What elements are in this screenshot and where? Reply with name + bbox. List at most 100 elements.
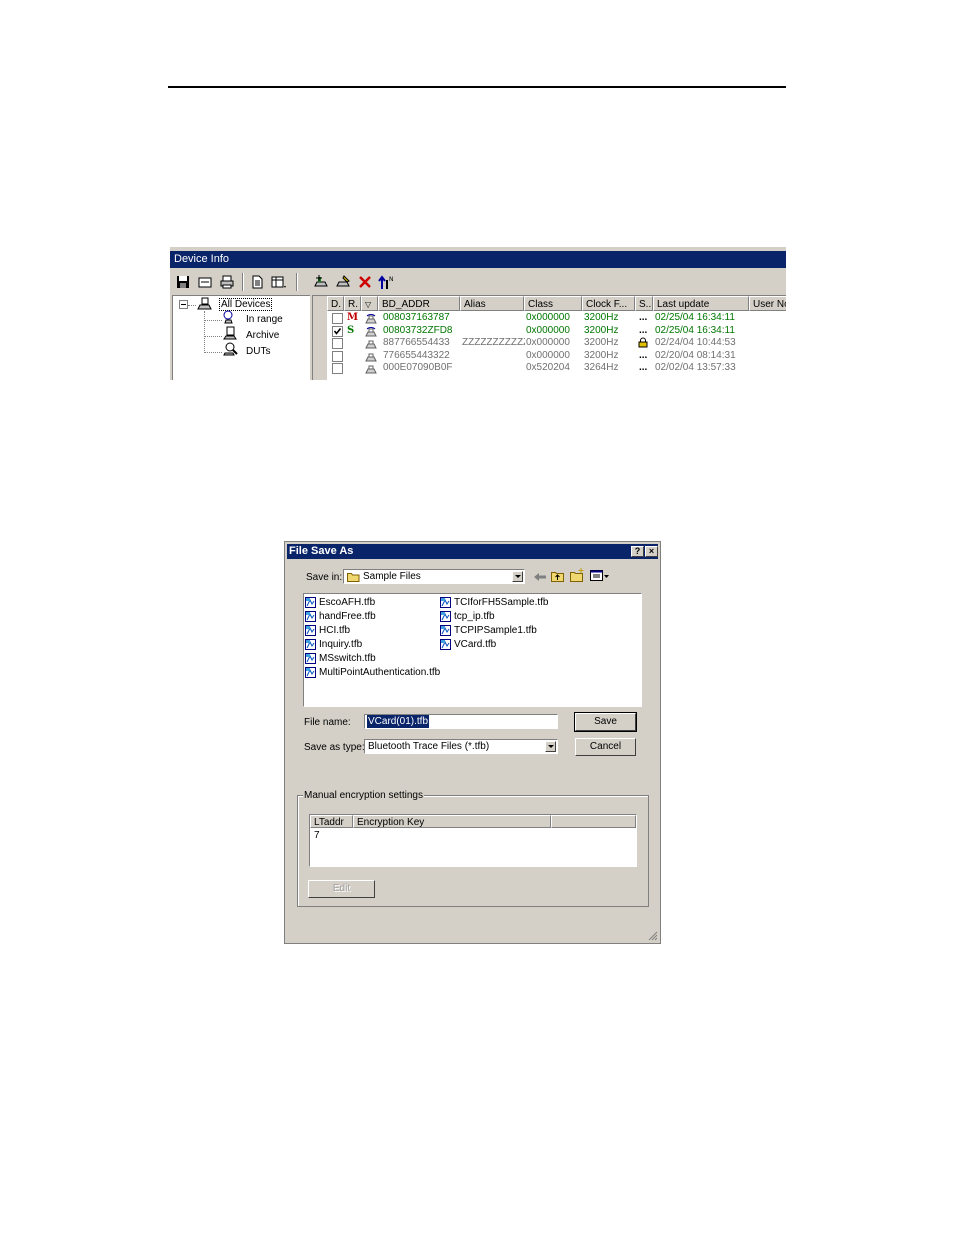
device-tree: All Devices In range Archive DUTs — [172, 295, 310, 380]
trace-file-icon — [440, 639, 451, 650]
file-name-input[interactable]: VCard(01).tfb — [364, 714, 558, 729]
row-class: 0x000000 — [526, 324, 570, 336]
table-row[interactable]: S 00803732ZFD8 0x000000 3200Hz 02/25/04 16:3… — [327, 325, 786, 337]
filter-icon: ▽ — [365, 300, 372, 309]
column-header-d[interactable]: D. — [327, 296, 344, 311]
page-rule — [168, 86, 786, 88]
delete-icon[interactable] — [356, 273, 374, 291]
row-checkbox[interactable] — [332, 350, 343, 362]
file-name: VCard.tfb — [454, 639, 497, 650]
device-in-range-icon — [365, 326, 377, 336]
save-button[interactable]: Save — [574, 712, 637, 732]
file-name: HCI.tfb — [319, 625, 351, 636]
open-drive-icon[interactable] — [196, 273, 214, 291]
close-button[interactable]: × — [645, 546, 658, 557]
toolbar-separator — [242, 273, 244, 291]
table-cell-ltaddr[interactable]: 7 — [314, 830, 320, 841]
file-item[interactable]: TCPIPSample1.tfb — [440, 624, 537, 637]
view-menu-icon[interactable] — [590, 570, 610, 582]
file-item[interactable]: tcp_ip.tfb — [440, 610, 495, 623]
row-last-update: 02/25/04 16:34:11 — [655, 312, 735, 323]
table-row[interactable]: 000E07090B0F 0x520204 3264Hz 02/02/04 13:57… — [327, 362, 786, 374]
back-arrow-icon[interactable] — [533, 571, 547, 583]
table-row[interactable]: M 008037163787 0x000000 3200Hz 02/25/04 16:3… — [327, 312, 786, 324]
column-header-last-update[interactable]: Last update — [653, 296, 749, 311]
trace-file-icon — [440, 611, 451, 622]
add-device-icon[interactable] — [312, 273, 330, 291]
column-header-encryption-key[interactable]: Encryption Key — [353, 815, 551, 828]
row-checkbox[interactable] — [332, 325, 343, 337]
file-name: MultiPointAuthentication.tfb — [319, 667, 441, 678]
device-icon — [365, 340, 377, 349]
print-icon[interactable] — [218, 273, 236, 291]
file-name-value: VCard(01).tfb — [367, 715, 430, 728]
help-button[interactable]: ? — [631, 546, 644, 557]
file-item[interactable]: VCard.tfb — [440, 638, 496, 651]
column-header-ltaddr[interactable]: LTaddr — [310, 815, 353, 828]
file-item[interactable]: MSswitch.tfb — [305, 652, 376, 665]
column-header-status[interactable]: S.. — [635, 296, 653, 311]
row-last-update: 02/24/04 10:44:53 — [655, 337, 736, 348]
row-checkbox[interactable] — [332, 338, 343, 349]
row-role: M — [347, 312, 359, 323]
column-header-class[interactable]: Class — [524, 296, 582, 311]
column-header-bd-addr[interactable]: BD_ADDR — [378, 296, 460, 311]
new-folder-icon[interactable] — [570, 568, 585, 582]
row-checkbox[interactable] — [332, 313, 343, 324]
save-in-combo[interactable]: Sample Files — [343, 569, 525, 584]
row-clock: 3200Hz — [584, 337, 619, 348]
tree-item-duts[interactable]: DUTs — [246, 346, 270, 357]
row-last-update: 02/25/04 16:34:11 — [655, 324, 735, 336]
column-header-r[interactable]: R. — [344, 296, 361, 311]
lock-icon — [638, 337, 648, 348]
column-header-icon[interactable]: ▽ — [361, 296, 378, 311]
cancel-button[interactable]: Cancel — [575, 738, 636, 756]
row-class: 0x520204 — [526, 362, 570, 373]
up-folder-icon[interactable] — [551, 570, 565, 582]
save-icon[interactable] — [174, 273, 192, 291]
row-clock: 3200Hz — [584, 349, 619, 361]
file-item[interactable]: Inquiry.tfb — [305, 638, 362, 651]
save-as-type-combo[interactable]: Bluetooth Trace Files (*.tfb) — [364, 739, 558, 754]
table-view-icon[interactable] — [270, 273, 288, 291]
chevron-down-icon[interactable] — [545, 741, 556, 752]
archive-icon — [223, 326, 237, 340]
file-name: TCIforFH5Sample.tfb — [454, 597, 549, 608]
row-class: 0x000000 — [526, 337, 570, 348]
sort-icon[interactable]: N — [378, 273, 396, 291]
table-row[interactable]: 776655443322 0x000000 3200Hz 02/20/04 08:14… — [327, 350, 786, 362]
list-scrollbar[interactable] — [313, 296, 327, 380]
tree-item-archive[interactable]: Archive — [246, 330, 279, 341]
device-icon — [365, 365, 377, 374]
list-header: D. R. ▽ BD_ADDR Alias Class Clock F... S… — [327, 296, 786, 311]
file-name: tcp_ip.tfb — [454, 611, 495, 622]
file-item[interactable]: MultiPointAuthentication.tfb — [305, 666, 440, 679]
file-name: MSswitch.tfb — [319, 653, 376, 664]
file-item[interactable]: EscoAFH.tfb — [305, 596, 375, 609]
row-checkbox[interactable] — [332, 363, 343, 374]
trace-file-icon — [305, 653, 316, 664]
save-in-value: Sample Files — [363, 571, 421, 582]
toolbar-separator — [296, 273, 298, 291]
file-name: EscoAFH.tfb — [319, 597, 376, 608]
column-header-user-notes[interactable]: User No — [749, 296, 786, 311]
edit-device-icon[interactable] — [334, 273, 352, 291]
document-icon[interactable] — [248, 273, 266, 291]
column-header-empty[interactable] — [551, 815, 636, 828]
chevron-down-icon[interactable] — [512, 571, 523, 582]
file-item[interactable]: TCIforFH5Sample.tfb — [440, 596, 548, 609]
column-header-clock[interactable]: Clock F... — [582, 296, 635, 311]
resize-grip-icon[interactable] — [648, 931, 658, 941]
table-row[interactable]: 887766554433 ZZZZZZZZZZZ 0x000000 3200Hz 02/… — [327, 337, 786, 349]
trace-file-icon — [305, 667, 316, 678]
device-info-window: Device Info N All Devices In range Archi… — [170, 246, 786, 380]
row-class: 0x000000 — [526, 349, 570, 361]
file-item[interactable]: HCI.tfb — [305, 624, 350, 637]
column-header-alias[interactable]: Alias — [460, 296, 524, 311]
dut-icon — [223, 342, 238, 356]
tree-item-in-range[interactable]: In range — [246, 314, 283, 325]
dialog-title-text: File Save As — [289, 545, 354, 557]
file-name-label: File name: — [304, 717, 351, 728]
file-item[interactable]: handFree.tfb — [305, 610, 376, 623]
save-as-type-value: Bluetooth Trace Files (*.tfb) — [368, 741, 490, 752]
